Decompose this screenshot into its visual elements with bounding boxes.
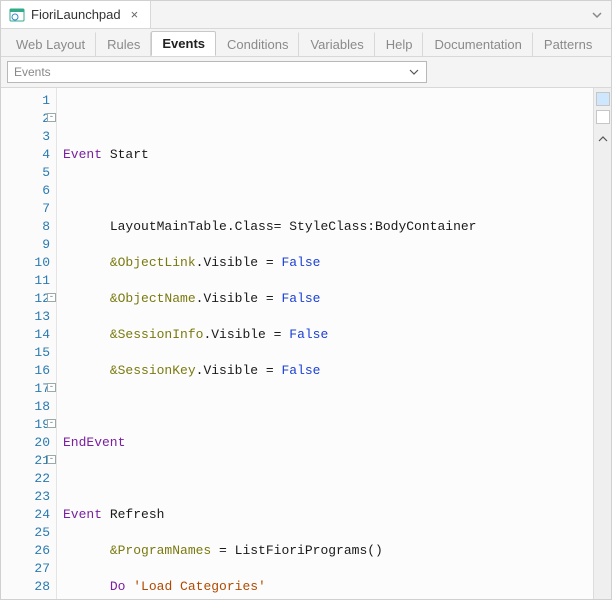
toolbar: Events — [1, 57, 611, 88]
fold-toggle-icon[interactable]: - — [47, 419, 56, 428]
tab-web-layout[interactable]: Web Layout — [5, 32, 96, 56]
line-number: 18 — [1, 398, 50, 416]
tab-variables[interactable]: Variables — [299, 32, 374, 56]
line-number: 7 — [1, 200, 50, 218]
editor: 12-3456789101112-1314151617-1819-2021-22… — [1, 88, 611, 599]
line-number: 17- — [1, 380, 50, 398]
web-panel-icon — [9, 7, 25, 23]
fold-toggle-icon[interactable]: - — [47, 383, 56, 392]
titlebar: FioriLaunchpad × — [1, 1, 611, 29]
file-tab-title: FioriLaunchpad — [31, 7, 121, 22]
line-number: 24 — [1, 506, 50, 524]
line-number: 22 — [1, 470, 50, 488]
scroll-up-icon[interactable] — [596, 132, 610, 146]
line-number: 21- — [1, 452, 50, 470]
overview-marker — [596, 110, 610, 124]
overview-marker — [596, 92, 610, 106]
line-gutter: 12-3456789101112-1314151617-1819-2021-22… — [1, 88, 57, 599]
events-dropdown[interactable]: Events — [7, 61, 427, 83]
tab-conditions[interactable]: Conditions — [216, 32, 299, 56]
spacer — [151, 1, 583, 28]
line-number: 14 — [1, 326, 50, 344]
tab-rules[interactable]: Rules — [96, 32, 151, 56]
chevron-down-icon[interactable] — [583, 1, 611, 28]
line-number: 8 — [1, 218, 50, 236]
line-number: 12- — [1, 290, 50, 308]
close-icon[interactable]: × — [127, 7, 143, 22]
fold-toggle-icon[interactable]: - — [47, 455, 56, 464]
ide-window: FioriLaunchpad × Web Layout Rules Events… — [0, 0, 612, 600]
line-number: 3 — [1, 128, 50, 146]
line-number: 9 — [1, 236, 50, 254]
line-number: 11 — [1, 272, 50, 290]
tab-events[interactable]: Events — [151, 31, 216, 56]
line-number: 10 — [1, 254, 50, 272]
tab-patterns[interactable]: Patterns — [533, 32, 603, 56]
code-area[interactable]: Event Start LayoutMainTable.Class= Style… — [57, 88, 593, 599]
line-number: 25 — [1, 524, 50, 542]
file-tab[interactable]: FioriLaunchpad × — [1, 1, 151, 28]
line-number: 23 — [1, 488, 50, 506]
tab-help[interactable]: Help — [375, 32, 424, 56]
vertical-scrollbar[interactable] — [593, 88, 611, 599]
tabstrip: Web Layout Rules Events Conditions Varia… — [1, 29, 611, 57]
line-number: 1 — [1, 92, 50, 110]
fold-toggle-icon[interactable]: - — [47, 293, 56, 302]
line-number: 29 — [1, 596, 50, 599]
line-number: 28 — [1, 578, 50, 596]
line-number: 20 — [1, 434, 50, 452]
line-number: 2- — [1, 110, 50, 128]
line-number: 19- — [1, 416, 50, 434]
line-number: 15 — [1, 344, 50, 362]
chevron-down-icon — [406, 64, 422, 80]
line-number: 26 — [1, 542, 50, 560]
line-number: 6 — [1, 182, 50, 200]
line-number: 4 — [1, 146, 50, 164]
tab-documentation[interactable]: Documentation — [423, 32, 532, 56]
line-number: 16 — [1, 362, 50, 380]
fold-toggle-icon[interactable]: - — [47, 113, 56, 122]
dropdown-selected: Events — [14, 65, 51, 79]
line-number: 27 — [1, 560, 50, 578]
line-number: 5 — [1, 164, 50, 182]
line-number: 13 — [1, 308, 50, 326]
